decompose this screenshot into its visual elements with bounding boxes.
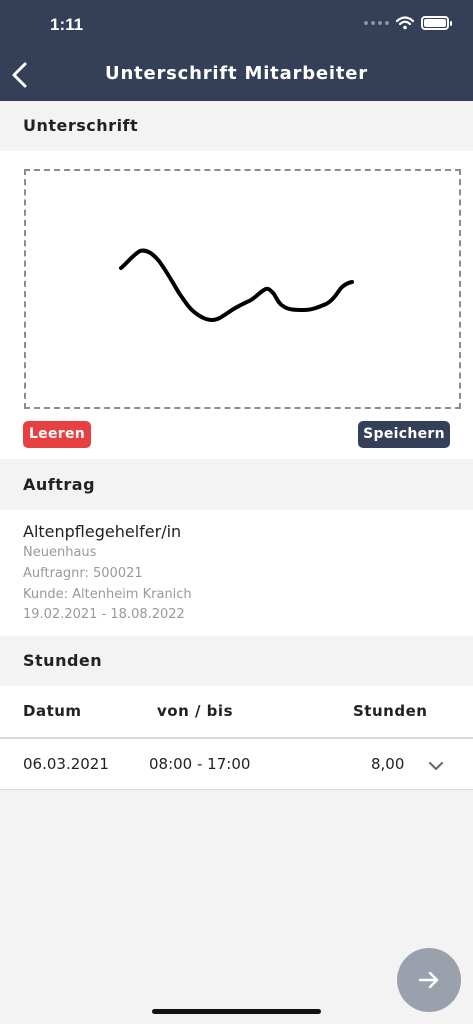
order-section-title: Auftrag <box>0 459 473 510</box>
app-header: 1:11 Unterschrift Mitarbeiter <box>0 0 473 101</box>
save-button[interactable]: Speichern <box>358 421 450 448</box>
row-hours: 8,00 <box>371 755 405 773</box>
order-location: Neuenhaus <box>23 545 97 560</box>
divider <box>0 789 473 790</box>
order-period: 19.02.2021 - 18.08.2022 <box>23 607 185 622</box>
wifi-icon <box>396 16 414 30</box>
signature-stroke <box>119 248 354 322</box>
divider <box>0 737 473 739</box>
job-title: Altenpflegehelfer/in <box>23 522 182 541</box>
row-time-range: 08:00 - 17:00 <box>149 755 251 773</box>
signature-pad[interactable] <box>24 169 461 409</box>
battery-icon <box>421 16 452 30</box>
status-time: 1:11 <box>50 15 84 34</box>
hours-section-title: Stunden <box>0 636 473 686</box>
status-icons <box>364 16 452 30</box>
page-title: Unterschrift Mitarbeiter <box>105 63 368 84</box>
order-customer: Kunde: Altenheim Kranich <box>23 587 192 602</box>
clear-button[interactable]: Leeren <box>23 421 91 448</box>
column-header-date: Datum <box>23 702 82 720</box>
column-header-hours: Stunden <box>353 702 428 720</box>
cellular-signal-icon <box>364 21 389 25</box>
row-date: 06.03.2021 <box>23 755 109 773</box>
chevron-down-icon <box>429 762 443 770</box>
order-number: Auftragnr: 500021 <box>23 566 143 581</box>
home-indicator <box>152 1009 321 1014</box>
next-button[interactable] <box>397 948 461 1012</box>
arrow-right-icon <box>418 971 439 989</box>
column-header-time-range: von / bis <box>157 702 233 720</box>
expand-row-button[interactable] <box>428 757 444 770</box>
signature-section-title: Unterschrift <box>0 101 473 151</box>
